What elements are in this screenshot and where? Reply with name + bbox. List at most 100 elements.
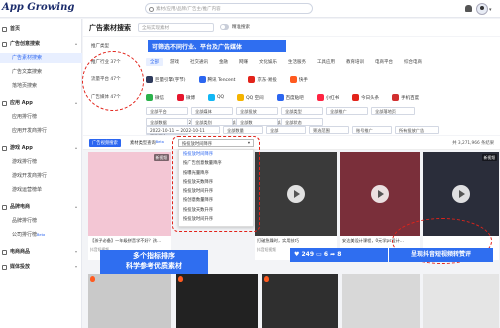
toutiao-icon [352,94,360,101]
material-card[interactable] [176,274,258,328]
media-option[interactable]: 微信 [146,94,164,101]
media-option[interactable]: 今日头条 [352,94,379,101]
sidebar-item-game-dev-rank[interactable]: 游戏开发商排行 [0,171,82,181]
search-placeholder: 素材/应用/品牌/广告主/推广内容 [156,7,221,12]
platform-option[interactable]: 巨量引擎(字节) [146,76,186,83]
media-option[interactable]: 百度贴吧 [276,94,304,101]
sidebar-item-brand-rank[interactable]: 品牌排行榜 [0,216,82,226]
sidebar-item-ad-copy[interactable]: 广告文案搜索 [0,67,82,77]
filter-dropdown[interactable]: 全部状态 [281,118,323,126]
result-count: 共 3,271,966 条结果 [452,141,494,146]
filter-dropdown[interactable]: 筛选范围 [309,126,349,134]
material-card[interactable] [423,274,499,328]
wechat-icon [146,94,153,101]
filter-dropdown[interactable]: 所有投放广告 [395,126,439,134]
sidebar-group-media[interactable]: 媒体投放 ▾ [0,262,82,272]
material-card[interactable]: 打破急躁时，实用技巧 抖音短视频 [255,152,337,260]
annotation-douyin-box: 呈现抖音短视频转赞评 [389,248,493,262]
industry-chip[interactable]: 电商平台 [371,58,397,66]
annotation-banner: 可筛选不同行业、平台及广告媒体 [148,40,286,52]
material-card[interactable] [342,274,420,328]
sidebar: 首页 广告创意搜索 ▴ 广告素材搜索 广告文案搜索 落地页搜索 应用 App ▴ 应… [0,19,82,328]
chevron-down-icon: ▾ [74,249,77,254]
industry-chip[interactable]: 生活服务 [284,58,310,66]
tieba-icon [276,94,284,101]
card-thumbnail[interactable] [423,274,499,328]
tab-video-search[interactable]: 广告视频搜索 [89,139,121,147]
filter-dropdown[interactable]: 全部平台 [146,107,188,115]
annotation-stats-bar: ♥ 249 ▭ 6 ➦ 8 [290,248,388,262]
card-thumbnail[interactable] [88,274,171,328]
industry-chip[interactable]: 教育培训 [342,58,368,66]
card-thumbnail[interactable] [262,274,338,328]
media-option[interactable]: 小红书 [316,94,339,101]
play-icon[interactable] [371,185,389,203]
tab-material-type[interactable]: 素材类型查询Beta [127,139,167,147]
chevron-down-icon[interactable]: ▾ [489,7,492,13]
chevron-up-icon: ▴ [74,145,77,150]
avatar[interactable] [476,3,488,15]
card-thumbnail[interactable] [342,274,420,328]
filter-dropdown[interactable]: 全部数据 [146,118,188,126]
sidebar-group-ecommerce[interactable]: 电商商品 ▾ [0,247,82,257]
industry-chip[interactable]: 社交通讯 [186,58,212,66]
platform-option[interactable]: 腾讯 Tencent [198,76,235,83]
industry-chip[interactable]: 全部 [146,57,163,66]
sidebar-item-game-ops[interactable]: 游戏运营榜单 [0,185,82,195]
industry-chip[interactable]: 工具应用 [313,58,339,66]
sidebar-item-landing-page[interactable]: 落地页搜索 [0,81,82,91]
sidebar-group-app[interactable]: 应用 App ▴ [0,98,82,108]
filter-dropdown[interactable]: 全部投放 [236,107,278,115]
industry-chip[interactable]: 游戏 [166,58,183,66]
material-card[interactable]: 新视频 【孩子必备】一年级拼音学不好？孩… 抖音短视频 [88,152,171,260]
play-icon[interactable] [287,185,305,203]
sidebar-item-app-dev-rank[interactable]: 应用开发商排行 [0,126,82,136]
sidebar-item-company-rank[interactable]: 公司排行榜Beta [0,230,82,240]
card-thumbnail[interactable] [176,274,258,328]
industry-chip[interactable]: 文化娱乐 [255,58,281,66]
filter-dropdown[interactable]: 全部媒体 [191,107,233,115]
date-range-picker[interactable]: 2022-10-11 ~ 2022-10-11 [146,126,220,134]
sidebar-item-app-rank[interactable]: 应用排行榜 [0,112,82,122]
chevron-up-icon: ▴ [74,100,77,105]
brand-icon [2,204,7,210]
sidebar-item-home[interactable]: 首页 [0,24,82,34]
filter-dropdown[interactable]: 全部类别 [191,118,233,126]
sidebar-item-game-rank[interactable]: 游戏排行榜 [0,157,82,167]
filter-dropdown[interactable]: 全部数 [236,118,278,126]
industry-chip[interactable]: 金融 [215,58,232,66]
platform-option[interactable]: 京东·易投 [248,76,277,83]
app-logo[interactable]: App Growing [2,2,74,13]
notification-bell-icon[interactable] [465,5,472,12]
promo-type-label: 推广类型 [91,44,109,49]
material-card[interactable] [262,274,338,328]
media-option[interactable]: QQ [208,94,224,101]
card-thumbnail[interactable] [88,152,171,236]
media-option[interactable]: 微博 [177,94,195,101]
filter-dropdown[interactable]: 账号推广 [352,126,392,134]
filter-dropdown[interactable]: 全部数量 [223,126,263,134]
platform-option[interactable]: 快手 [289,76,308,83]
material-search-input[interactable]: 全局实现素材 [138,23,214,32]
sidebar-item-ad-material[interactable]: 广告素材搜索 [0,53,82,63]
industry-chip[interactable]: 综合电商 [400,58,426,66]
industry-chips: 全部 游戏 社交通讯 金融 网赚 文化娱乐 生活服务 工具应用 教育培训 电商平… [146,57,426,66]
sidebar-group-brand[interactable]: 品牌电商 ▴ [0,202,82,212]
filter-dropdown[interactable]: 全部 [266,126,306,134]
new-video-badge: 新视频 [481,154,497,161]
media-option[interactable]: 手机百度 [392,94,419,101]
platform-row: 巨量引擎(字节) 腾讯 Tencent 京东·易投 快手 [146,75,318,84]
precise-search-toggle[interactable] [220,24,229,30]
annotation-sort-box: 多个指标排序 科学参考优质素材 [100,250,208,274]
sidebar-group-ad-creative[interactable]: 广告创意搜索 ▴ [0,39,82,49]
global-search-input[interactable]: 素材/应用/品牌/广告主/推广内容 [145,3,313,14]
media-option[interactable]: QQ 空间 [237,94,264,101]
industry-chip[interactable]: 网赚 [235,58,252,66]
filter-dropdown[interactable]: 全部落地页 [371,107,415,115]
material-card[interactable] [88,274,171,328]
sidebar-group-game[interactable]: 游戏 App ▴ [0,143,82,153]
filter-dropdown[interactable]: 全部推广 [326,107,368,115]
filter-dropdown[interactable]: 全部类型 [281,107,323,115]
play-icon[interactable] [452,185,470,203]
chevron-up-icon: ▴ [74,41,77,46]
